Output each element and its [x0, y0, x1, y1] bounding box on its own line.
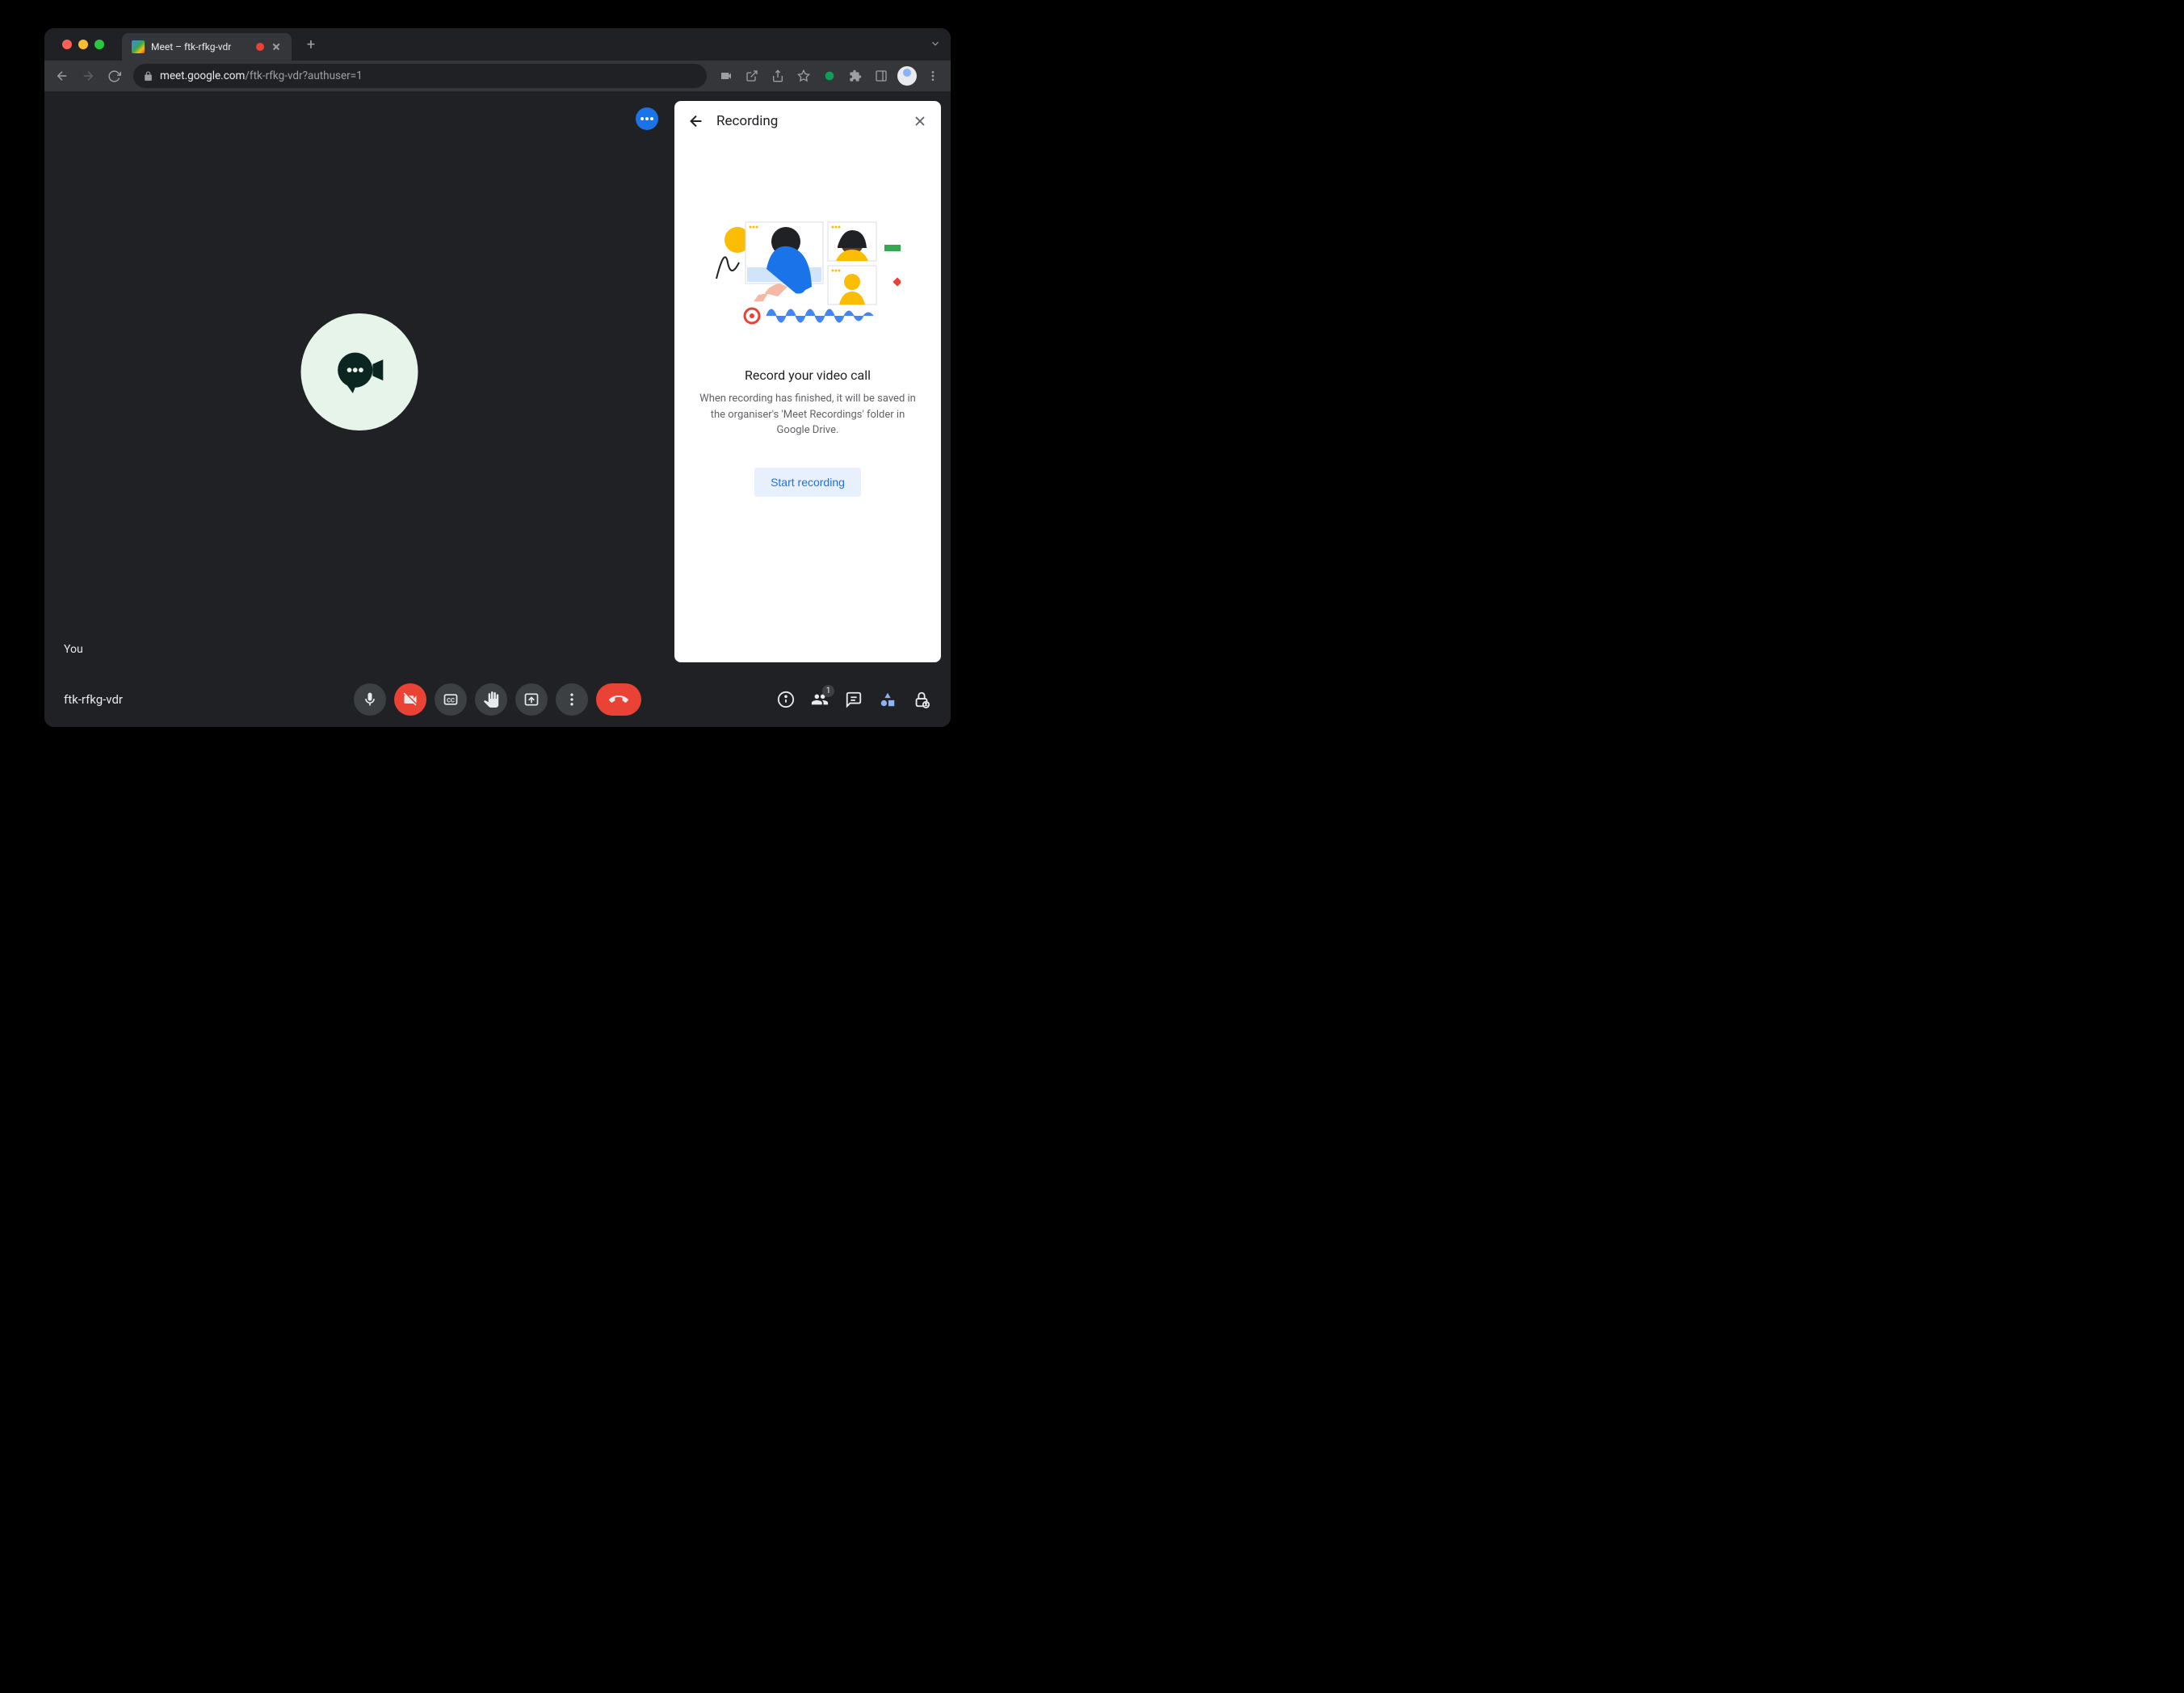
- self-avatar: [301, 313, 418, 431]
- close-tab-button[interactable]: [271, 41, 282, 53]
- window-controls: [52, 40, 114, 49]
- meeting-details-button[interactable]: [776, 690, 796, 709]
- share-icon[interactable]: [766, 65, 789, 87]
- forward-button[interactable]: [77, 65, 99, 87]
- recording-panel: Recording: [674, 101, 941, 662]
- recording-illustration: [715, 206, 901, 335]
- camera-button[interactable]: [394, 683, 426, 716]
- panel-description: When recording has finished, it will be …: [694, 391, 922, 439]
- tab-bar: Meet – ftk-rfkg-vdr +: [44, 28, 951, 61]
- minimize-window-button[interactable]: [78, 40, 88, 49]
- open-external-icon[interactable]: [741, 65, 763, 87]
- url-text: meet.google.com/ftk-rfkg-vdr?authuser=1: [160, 69, 363, 82]
- bookmark-icon[interactable]: [792, 65, 815, 87]
- present-button[interactable]: [515, 683, 548, 716]
- browser-tab[interactable]: Meet – ftk-rfkg-vdr: [122, 33, 292, 61]
- panel-back-button[interactable]: [687, 112, 705, 130]
- captions-button[interactable]: CC: [435, 683, 467, 716]
- profile-avatar[interactable]: [896, 65, 918, 87]
- center-controls: CC: [354, 683, 641, 716]
- reload-button[interactable]: [103, 65, 125, 87]
- activities-button[interactable]: [878, 690, 897, 709]
- right-controls: 1: [641, 690, 931, 709]
- self-label: You: [64, 643, 83, 656]
- lock-icon: [143, 71, 153, 82]
- panel-title: Recording: [716, 113, 901, 129]
- recording-indicator-icon: [256, 43, 264, 51]
- address-bar[interactable]: meet.google.com/ftk-rfkg-vdr?authuser=1: [133, 64, 707, 88]
- tab-overflow-button[interactable]: [930, 37, 951, 53]
- tab-title: Meet – ftk-rfkg-vdr: [151, 41, 250, 53]
- new-tab-button[interactable]: +: [300, 33, 322, 56]
- participant-count-badge: 1: [822, 685, 834, 697]
- camera-chat-icon: [330, 343, 388, 401]
- maximize-window-button[interactable]: [94, 40, 104, 49]
- toolbar-icons: [715, 65, 944, 87]
- chat-button[interactable]: [844, 690, 863, 709]
- browser-menu-icon[interactable]: [922, 65, 944, 87]
- panel-header: Recording: [674, 101, 941, 141]
- toolbar: meet.google.com/ftk-rfkg-vdr?authuser=1: [44, 61, 951, 91]
- panel-close-button[interactable]: [912, 113, 928, 129]
- browser-chrome: Meet – ftk-rfkg-vdr + meet.google.com/ft…: [44, 28, 951, 91]
- participants-button[interactable]: 1: [810, 690, 830, 709]
- participant-more-button[interactable]: [636, 107, 658, 130]
- meeting-code: ftk-rfkg-vdr: [64, 692, 354, 707]
- microphone-button[interactable]: [354, 683, 386, 716]
- camera-indicator-icon[interactable]: [715, 65, 737, 87]
- start-recording-button[interactable]: Start recording: [754, 468, 861, 497]
- close-window-button[interactable]: [62, 40, 72, 49]
- meet-favicon-icon: [132, 40, 145, 53]
- raise-hand-button[interactable]: [475, 683, 507, 716]
- panel-body: Record your video call When recording ha…: [674, 141, 941, 662]
- leave-call-button[interactable]: [596, 683, 641, 716]
- host-controls-button[interactable]: [912, 690, 931, 709]
- browser-window: Meet – ftk-rfkg-vdr + meet.google.com/ft…: [44, 28, 951, 727]
- extension-badge-icon[interactable]: [818, 65, 841, 87]
- sidepanel-icon[interactable]: [870, 65, 892, 87]
- back-button[interactable]: [51, 65, 74, 87]
- panel-heading: Record your video call: [745, 368, 871, 383]
- meet-area: You Recording: [44, 91, 951, 672]
- extensions-icon[interactable]: [844, 65, 867, 87]
- video-stage: You: [44, 91, 674, 672]
- call-controls-bar: ftk-rfkg-vdr CC: [44, 672, 951, 727]
- more-options-button[interactable]: [556, 683, 588, 716]
- svg-text:CC: CC: [447, 696, 455, 704]
